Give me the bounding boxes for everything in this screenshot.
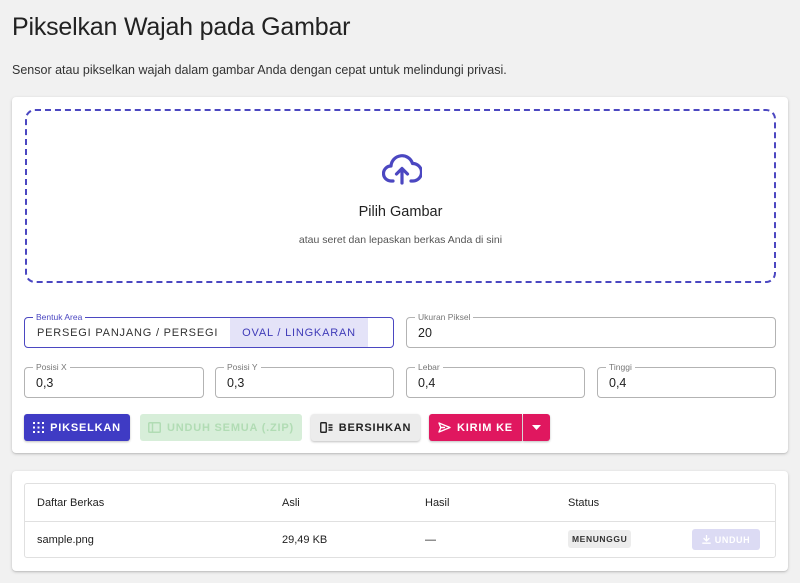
send-to-button[interactable]: KIRIM KE — [429, 414, 522, 441]
header-file-list: Daftar Berkas — [37, 497, 105, 509]
download-all-zip-button[interactable]: UNDUH SEMUA (.ZIP) — [140, 414, 302, 441]
file-table: Daftar Berkas Asli Hasil Status sample.p… — [24, 483, 776, 558]
download-file-label: UNDUH — [714, 534, 751, 545]
download-icon — [701, 535, 711, 544]
pixelate-button-label: PIKSELKAN — [50, 421, 121, 434]
position-y-field[interactable]: Posisi Y 0,3 — [215, 361, 394, 398]
position-y-label: Posisi Y — [224, 361, 261, 373]
width-field[interactable]: Lebar 0,4 — [406, 361, 585, 398]
page-title: Pikselkan Wajah pada Gambar — [12, 13, 351, 41]
file-result: — — [425, 534, 436, 546]
cloud-upload-icon — [382, 154, 422, 185]
position-x-value[interactable]: 0,3 — [36, 376, 53, 390]
file-name: sample.png — [37, 534, 94, 546]
tool-card: Pilih Gambar atau seret dan lepaskan ber… — [12, 97, 788, 453]
table-divider — [25, 521, 775, 522]
position-y-value[interactable]: 0,3 — [227, 376, 244, 390]
page-description: Sensor atau pikselkan wajah dalam gambar… — [12, 63, 507, 77]
header-status: Status — [568, 497, 600, 509]
position-x-field[interactable]: Posisi X 0,3 — [24, 361, 204, 398]
position-x-label: Posisi X — [33, 361, 70, 373]
status-badge: MENUNGGU — [568, 530, 632, 548]
grid-icon — [33, 422, 45, 433]
image-dropzone[interactable]: Pilih Gambar atau seret dan lepaskan ber… — [25, 109, 776, 283]
pixel-size-label: Ukuran Piksel — [415, 311, 474, 323]
shape-selector: Bentuk Area PERSEGI PANJANG / PERSEGI OV… — [24, 311, 394, 348]
caret-down-icon — [532, 425, 541, 430]
pixel-size-value[interactable]: 20 — [418, 326, 432, 340]
height-value[interactable]: 0,4 — [609, 376, 626, 390]
shape-option-oval[interactable]: OVAL / LINGKARAN — [230, 318, 368, 347]
pixelate-button[interactable]: PIKSELKAN — [24, 414, 130, 441]
height-label: Tinggi — [606, 361, 635, 373]
archive-icon — [147, 422, 161, 433]
header-original: Asli — [282, 497, 300, 509]
width-label: Lebar — [415, 361, 443, 373]
width-value[interactable]: 0,4 — [418, 376, 435, 390]
shape-toggle-group: PERSEGI PANJANG / PERSEGI OVAL / LINGKAR… — [25, 318, 368, 347]
clear-button[interactable]: BERSIHKAN — [311, 414, 420, 441]
clear-list-icon — [319, 422, 333, 433]
file-original-size: 29,49 KB — [282, 534, 328, 546]
download-file-button[interactable]: UNDUH — [692, 529, 760, 550]
send-icon — [438, 422, 451, 433]
clear-button-label: BERSIHKAN — [338, 421, 412, 434]
header-result: Hasil — [425, 497, 450, 509]
download-all-label: UNDUH SEMUA (.ZIP) — [166, 421, 295, 434]
send-to-dropdown-button[interactable] — [523, 414, 550, 441]
shape-option-rectangle[interactable]: PERSEGI PANJANG / PERSEGI — [25, 318, 230, 347]
dropzone-subtitle: atau seret dan lepaskan berkas Anda di s… — [298, 234, 503, 246]
dropzone-title: Pilih Gambar — [358, 204, 443, 220]
pixel-size-field[interactable]: Ukuran Piksel 20 — [406, 311, 776, 348]
file-list-card: Daftar Berkas Asli Hasil Status sample.p… — [12, 471, 788, 571]
send-to-label: KIRIM KE — [457, 421, 513, 434]
height-field[interactable]: Tinggi 0,4 — [597, 361, 776, 398]
